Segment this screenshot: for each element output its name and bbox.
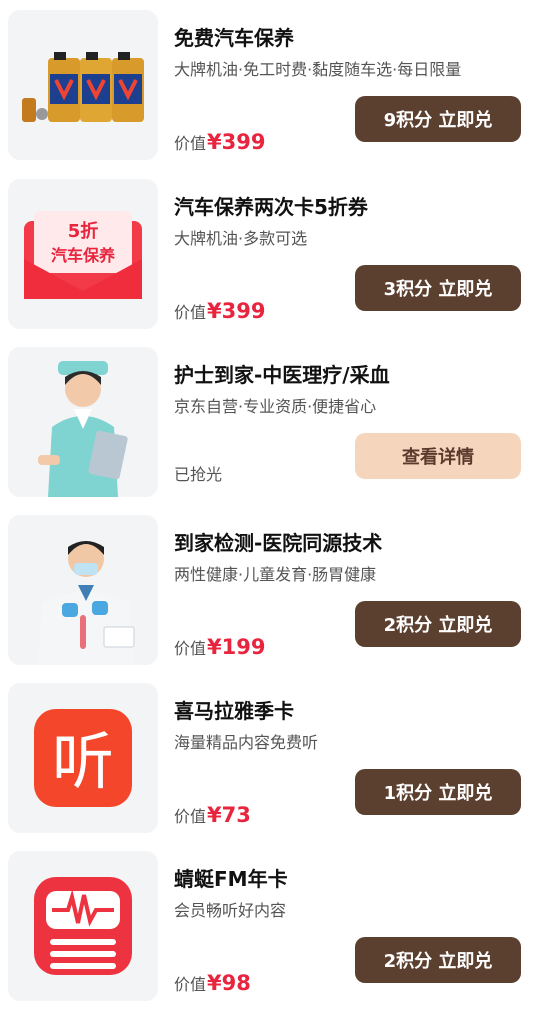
item-price: 价值¥98 bbox=[174, 971, 251, 995]
reward-list: 免费汽车保养 大牌机油·免工时费·黏度随车选·每日限量 价值¥399 9积分 立… bbox=[0, 0, 551, 1018]
item-price: 价值¥73 bbox=[174, 803, 251, 827]
item-subtitle: 大牌机油·免工时费·黏度随车选·每日限量 bbox=[174, 60, 462, 79]
item-subtitle: 大牌机油·多款可选 bbox=[174, 229, 308, 248]
coupon-line2: 汽车保养 bbox=[51, 246, 116, 265]
price-label: 价值 bbox=[174, 134, 207, 153]
price-value: ¥399 bbox=[207, 130, 266, 154]
reward-item[interactable]: 听 喜马拉雅季卡 海量精品内容免费听 价值¥73 1积分 立即兑 bbox=[0, 673, 551, 833]
item-price: 价值¥399 bbox=[174, 299, 265, 323]
price-value: ¥98 bbox=[207, 971, 251, 995]
item-title: 蜻蜓FM年卡 bbox=[174, 867, 288, 891]
qingting-fm-icon bbox=[34, 877, 132, 975]
price-label: 价值 bbox=[174, 303, 207, 322]
ximalaya-logo[interactable]: 听 bbox=[8, 683, 158, 833]
item-title: 喜马拉雅季卡 bbox=[174, 699, 294, 723]
item-title: 汽车保养两次卡5折券 bbox=[174, 195, 368, 219]
redeem-button[interactable]: 1积分 立即兑 bbox=[355, 769, 521, 815]
item-subtitle: 海量精品内容免费听 bbox=[174, 733, 319, 752]
reward-item[interactable]: 蜻蜓FM年卡 会员畅听好内容 价值¥98 2积分 立即兑 bbox=[0, 841, 551, 1001]
motor-oil-image[interactable] bbox=[8, 10, 158, 160]
redeem-button[interactable]: 3积分 立即兑 bbox=[355, 265, 521, 311]
reward-item[interactable]: 免费汽车保养 大牌机油·免工时费·黏度随车选·每日限量 价值¥399 9积分 立… bbox=[0, 0, 551, 160]
item-subtitle: 两性健康·儿童发育·肠胃健康 bbox=[174, 565, 377, 584]
coupon-line1: 5折 bbox=[68, 220, 99, 242]
item-title: 到家检测-医院同源技术 bbox=[174, 531, 383, 555]
logo-text: 听 bbox=[52, 725, 114, 798]
item-subtitle: 会员畅听好内容 bbox=[174, 901, 287, 920]
reward-item[interactable]: 5折 汽车保养 汽车保养两次卡5折券 大牌机油·多款可选 价值¥399 3积分 … bbox=[0, 169, 551, 329]
nurse-icon bbox=[38, 361, 128, 497]
item-title: 免费汽车保养 bbox=[174, 26, 294, 50]
item-price: 价值¥199 bbox=[174, 635, 265, 659]
lab-technician-icon bbox=[38, 541, 135, 665]
sold-out-label: 已抢光 bbox=[174, 465, 223, 484]
price-label: 价值 bbox=[174, 639, 207, 658]
coupon-envelope-image[interactable]: 5折 汽车保养 bbox=[8, 179, 158, 329]
reward-item[interactable]: 到家检测-医院同源技术 两性健康·儿童发育·肠胃健康 价值¥199 2积分 立即… bbox=[0, 505, 551, 665]
redeem-button[interactable]: 2积分 立即兑 bbox=[355, 601, 521, 647]
price-value: ¥73 bbox=[207, 803, 251, 827]
view-details-button[interactable]: 查看详情 bbox=[355, 433, 521, 479]
price-value: ¥399 bbox=[207, 299, 266, 323]
price-label: 价值 bbox=[174, 975, 207, 994]
item-subtitle: 京东自营·专业资质·便捷省心 bbox=[174, 397, 377, 416]
price-value: ¥199 bbox=[207, 635, 266, 659]
item-title: 护士到家-中医理疗/采血 bbox=[174, 363, 390, 387]
nurse-image[interactable] bbox=[8, 347, 158, 497]
motor-oil-icon bbox=[22, 52, 144, 122]
ximalaya-icon: 听 bbox=[34, 709, 132, 807]
qingting-fm-logo[interactable] bbox=[8, 851, 158, 1001]
reward-item[interactable]: 护士到家-中医理疗/采血 京东自营·专业资质·便捷省心 已抢光 查看详情 bbox=[0, 337, 551, 497]
item-price: 价值¥399 bbox=[174, 130, 265, 154]
redeem-button[interactable]: 2积分 立即兑 bbox=[355, 937, 521, 983]
price-label: 价值 bbox=[174, 807, 207, 826]
red-envelope-icon: 5折 汽车保养 bbox=[24, 211, 142, 299]
lab-technician-image[interactable] bbox=[8, 515, 158, 665]
redeem-button[interactable]: 9积分 立即兑 bbox=[355, 96, 521, 142]
